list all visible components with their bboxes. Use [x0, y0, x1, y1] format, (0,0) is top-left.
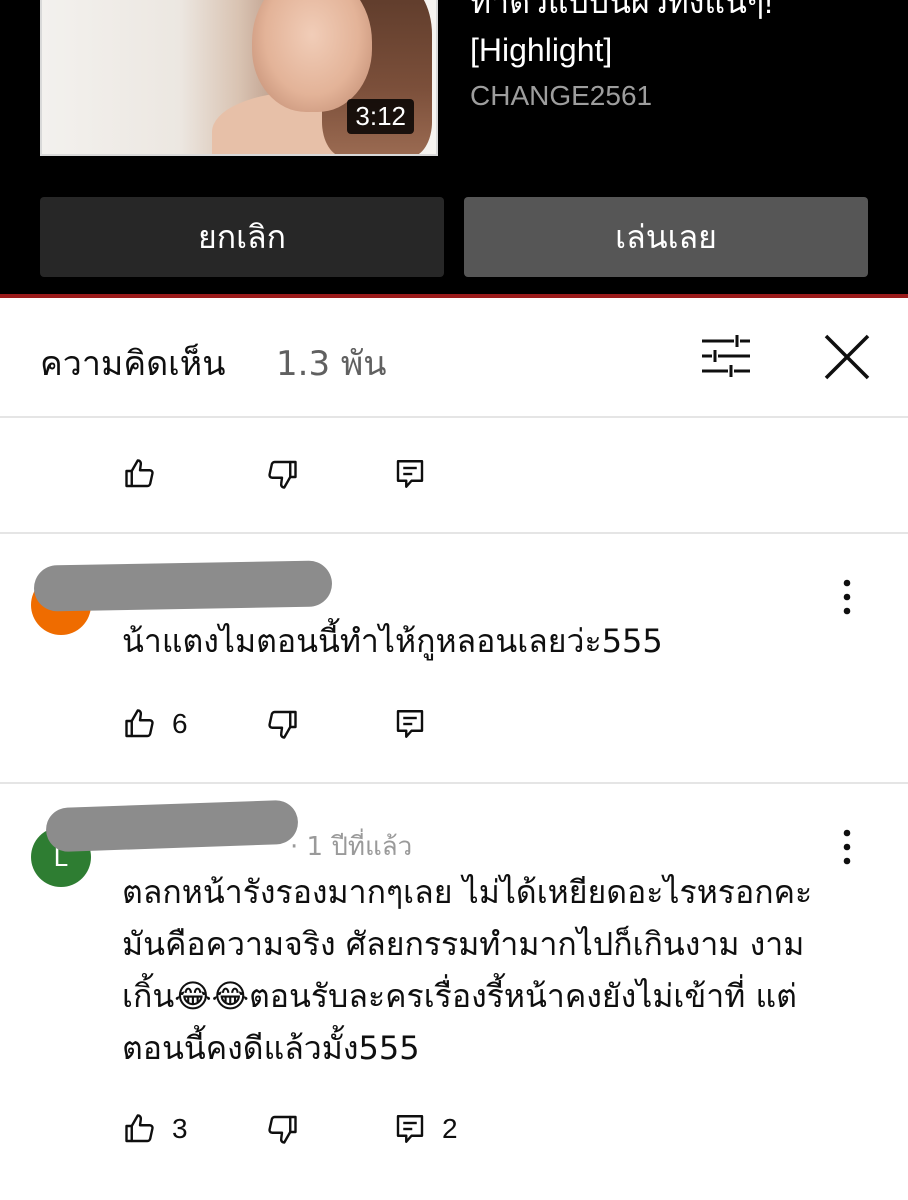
comments-count: 1.3 พัน	[276, 344, 387, 384]
video-title[interactable]: ท่าตัวแบบนี้ผัวทิ้งแน่ๆ! [Highlight]	[470, 0, 890, 74]
video-thumbnail[interactable]: 3:12	[40, 0, 438, 156]
reply-icon	[396, 460, 424, 488]
comment-actions: 6	[122, 702, 428, 746]
comment-text: น้าแตงไมตอนนี้ทำไห้กูหลอนเลยว่ะ555	[122, 622, 663, 660]
redacted-author	[33, 560, 333, 612]
comment-actions	[122, 452, 428, 496]
comment-text: ตลกหน้ารังรองมากๆเลย ไม่ได้เหยียดอะไรหรอ…	[122, 866, 882, 1074]
dislike-button[interactable]	[264, 1107, 392, 1151]
comments-title: ความคิดเห็น	[40, 344, 226, 384]
comment-text-line: มันคือความจริง ศัลยกรรมทำมากไปก็เกินงาม …	[122, 925, 805, 963]
reply-button[interactable]	[392, 702, 428, 746]
more-vert-icon[interactable]	[836, 578, 858, 618]
comment-text-line: ตอนนี้คงดีแล้วมั้ง555	[122, 1029, 420, 1067]
reply-count: 2	[442, 1113, 458, 1144]
thumb-down-icon	[268, 710, 297, 739]
video-title-line1: ท่าตัวแบบนี้ผัวทิ้งแน่ๆ!	[470, 0, 773, 20]
video-title-line2: [Highlight]	[470, 32, 613, 68]
play-now-button[interactable]: เล่นเลย	[464, 197, 868, 277]
reply-button[interactable]	[392, 452, 428, 496]
channel-name[interactable]: CHANGE2561	[470, 80, 652, 112]
cancel-button[interactable]: ยกเลิก	[40, 197, 444, 277]
reply-icon	[396, 1115, 424, 1143]
video-duration: 3:12	[347, 99, 414, 134]
more-vert-icon[interactable]	[836, 828, 858, 868]
redacted-author	[45, 799, 299, 853]
comment-actions: 3 2	[122, 1107, 458, 1151]
reply-button[interactable]: 2	[392, 1107, 458, 1151]
comment-timestamp: · 1 ปีที่แล้ว	[290, 832, 413, 862]
sort-filter-icon[interactable]	[700, 334, 752, 378]
up-next-overlay: 3:12 ท่าตัวแบบนี้ผัวทิ้งแน่ๆ! [Highlight…	[0, 0, 908, 295]
comment-text-line: ตลกหน้ารังรองมากๆเลย ไม่ได้เหยียดอะไรหรอ…	[122, 873, 813, 911]
close-icon[interactable]	[822, 332, 872, 382]
thumb-down-icon	[268, 460, 297, 489]
divider	[0, 782, 908, 784]
like-count: 6	[172, 708, 188, 739]
thumb-up-icon	[125, 709, 154, 738]
like-button[interactable]	[122, 452, 264, 496]
comments-header: ความคิดเห็น 1.3 พัน	[0, 298, 908, 418]
reply-icon	[396, 710, 424, 738]
thumb-up-icon	[125, 459, 154, 488]
like-button[interactable]: 3	[122, 1107, 264, 1151]
like-count: 3	[172, 1113, 188, 1144]
dislike-button[interactable]	[264, 702, 392, 746]
comment-text-line: เกิ้น😂😂ตอนรับละครเรื่องรี้หน้าคงยังไม่เข…	[122, 977, 797, 1015]
dislike-button[interactable]	[264, 452, 392, 496]
like-button[interactable]: 6	[122, 702, 264, 746]
thumbnail-face	[252, 0, 372, 112]
thumb-up-icon	[125, 1114, 154, 1143]
divider	[0, 532, 908, 534]
thumb-down-icon	[268, 1115, 297, 1144]
